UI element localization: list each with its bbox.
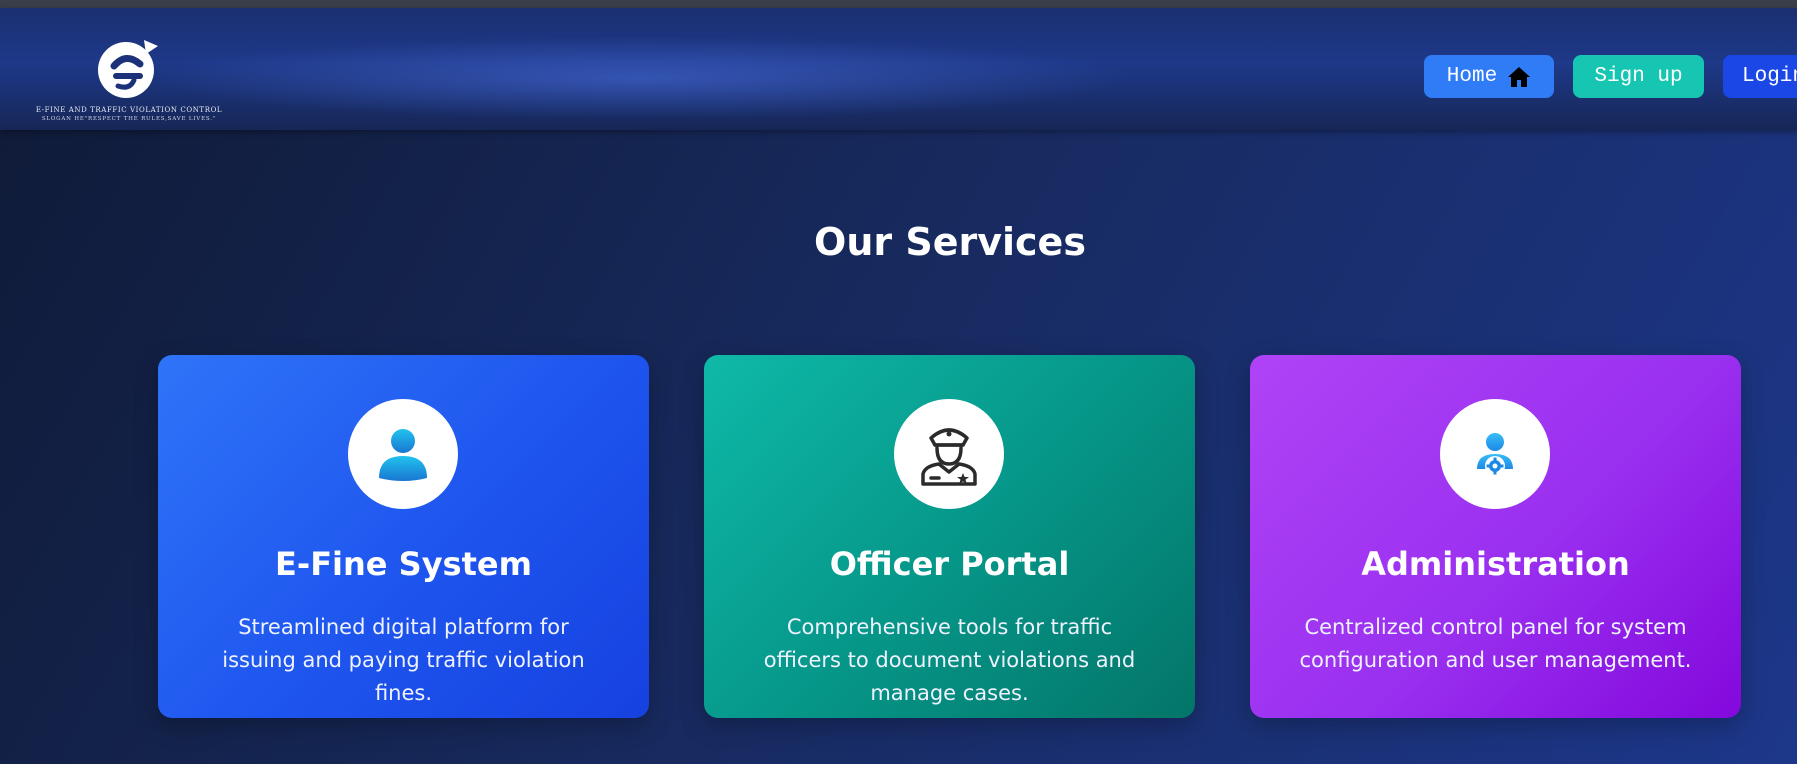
user-icon: [379, 429, 427, 481]
service-description: Streamlined digital platform for issuing…: [222, 615, 585, 705]
police-officer-icon: [921, 428, 977, 486]
site-header: E-FINE AND TRAFFIC VIOLATION CONTROL SLO…: [0, 8, 1797, 130]
service-icon-circle: [894, 399, 1004, 509]
service-card-efine[interactable]: E-Fine System Streamlined digital platfo…: [158, 355, 649, 718]
service-card-administration[interactable]: Administration Centralized control panel…: [1250, 355, 1741, 718]
home-button[interactable]: Home: [1424, 55, 1554, 98]
logo-tagline: E-FINE AND TRAFFIC VIOLATION CONTROL: [35, 106, 223, 114]
login-button-label: Login: [1742, 65, 1797, 88]
service-description: Comprehensive tools for traffic officers…: [763, 615, 1136, 705]
logo-mark-icon: [98, 40, 158, 98]
service-title: Officer Portal: [829, 545, 1070, 583]
page-title: Our Services: [814, 220, 1086, 264]
admin-user-gear-icon: [1477, 433, 1513, 476]
service-title: E-Fine System: [275, 545, 532, 583]
signup-button-label: Sign up: [1594, 65, 1683, 88]
logo-slogan: SLOGAN HE"RESPECT THE RULES,SAVE LIVES.": [41, 116, 217, 122]
login-button[interactable]: Login: [1723, 55, 1797, 98]
service-title: Administration: [1361, 545, 1630, 583]
home-button-label: Home: [1446, 65, 1498, 88]
service-icon-circle: [348, 399, 458, 509]
service-card-officer-portal[interactable]: Officer Portal Comprehensive tools for t…: [704, 355, 1195, 718]
home-icon: [1508, 66, 1531, 87]
service-description: Centralized control panel for system con…: [1299, 615, 1692, 672]
site-logo[interactable]: E-FINE AND TRAFFIC VIOLATION CONTROL SLO…: [34, 36, 224, 126]
signup-button[interactable]: Sign up: [1573, 55, 1704, 98]
service-icon-circle: [1440, 399, 1550, 509]
browser-top-strip: [0, 0, 1797, 8]
